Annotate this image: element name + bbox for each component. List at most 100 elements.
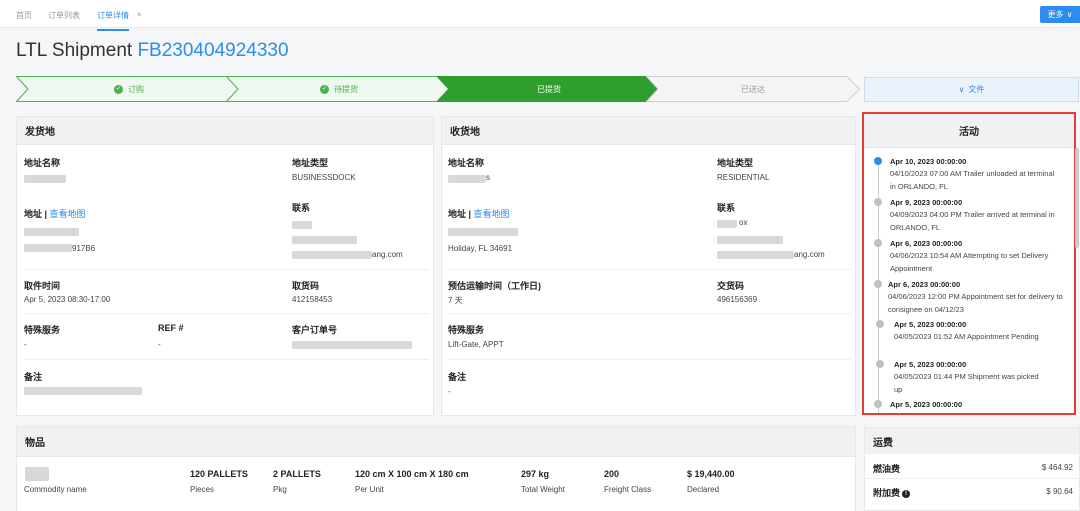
activity-date: Apr 6, 2023 00:00:00 (890, 239, 963, 248)
fees-panel: 运费 燃油费 $ 464.92 附加费! $ 90.64 (864, 427, 1080, 511)
fee-label: 燃油费 (873, 464, 901, 474)
divider (24, 313, 429, 314)
redacted-value (292, 221, 312, 229)
divider (24, 269, 429, 270)
more-button-label: 更多 (1047, 10, 1064, 19)
step-delivered: 已送达 (646, 76, 860, 102)
shipper-address-fragment: 917B6 (72, 244, 96, 253)
redacted-value (292, 236, 357, 244)
shipper-card: 发货地 地址名称 地址类型 BUSINESSDOCK 地址 | 查看地图 917… (16, 116, 434, 416)
item-value: 297 kg (521, 469, 550, 479)
shipper-special-services-label: 特殊服务 (24, 325, 61, 335)
activity-panel: 活动 Apr 10, 2023 00:00:00 04/10/2023 07:0… (862, 112, 1076, 415)
shipper-address-type-label: 地址类型 (292, 158, 329, 168)
shipper-contact-label: 联系 (292, 203, 311, 213)
redacted-value (292, 251, 372, 259)
item-label: Declared (687, 485, 720, 494)
shipper-address-label: 地址 | 查看地图 (24, 209, 86, 219)
timeline-dot (874, 280, 882, 288)
shipper-address-name-label: 地址名称 (24, 158, 61, 168)
redacted-value (717, 236, 783, 244)
consignee-address-label-text: 地址 (448, 209, 467, 219)
step-picked-up: 已提货 (436, 76, 662, 102)
files-button[interactable]: ∨ 文件 (864, 77, 1079, 102)
timeline-dot (874, 198, 882, 206)
shipper-email-fragment: ang.com (372, 250, 403, 259)
consignee-address-label: 地址 | 查看地图 (448, 209, 510, 219)
item-label: Per Unit (355, 485, 384, 494)
consignee-remarks-label: 备注 (448, 372, 467, 382)
redacted-value (448, 175, 486, 183)
info-icon[interactable]: ! (902, 489, 911, 498)
customer-order-label: 客户订单号 (292, 325, 338, 335)
delivery-code-value: 496156369 (717, 295, 758, 304)
item-value: 120 PALLETS (190, 469, 248, 479)
order-number: FB230404924330 (137, 40, 289, 61)
consignee-special-services-label: 特殊服务 (448, 325, 485, 335)
activity-date: Apr 5, 2023 00:00:00 (894, 360, 967, 369)
redacted-value (717, 220, 737, 228)
activity-date: Apr 6, 2023 00:00:00 (888, 280, 961, 289)
timeline-dot (874, 400, 882, 408)
item-value: 120 cm X 100 cm X 180 cm (355, 469, 469, 479)
tab-order-list[interactable]: 订单列表 (48, 10, 80, 21)
consignee-special-services-value: Lift-Gate, APPT (448, 340, 504, 349)
activity-date: Apr 5, 2023 00:00:00 (890, 400, 963, 409)
activity-desc: 04/06/2023 10:54 AM Attempting to set De… (890, 251, 1049, 273)
step-awaiting-pickup-label: 待提货 (334, 84, 358, 94)
close-icon[interactable]: × (137, 10, 142, 19)
divider (448, 313, 851, 314)
item-label: Commodity name (24, 485, 87, 494)
redacted-value (448, 228, 518, 236)
redacted-value (24, 387, 142, 395)
divider (865, 478, 1079, 479)
fees-title: 运费 (865, 428, 1079, 454)
item-label: Pieces (190, 485, 215, 494)
consignee-address-name-label: 地址名称 (448, 158, 485, 168)
shipper-card-title: 发货地 (17, 117, 433, 145)
step-ordered-label: 订购 (128, 84, 144, 94)
pickup-code-value: 412158453 (292, 295, 333, 304)
divider (24, 359, 429, 360)
item-label: Pkg (273, 485, 287, 494)
check-icon: ✓ (320, 84, 329, 94)
files-button-label: 文件 (968, 85, 985, 94)
consignee-email-fragment: ang.com (794, 250, 825, 259)
shipper-view-map-link[interactable]: 查看地图 (50, 209, 86, 219)
redacted-value (292, 341, 412, 349)
check-icon: ✓ (114, 84, 123, 94)
activity-title: 活动 (864, 114, 1074, 148)
more-button[interactable]: 更多 ∨ (1040, 6, 1080, 23)
tab-home[interactable]: 首页 (16, 10, 32, 21)
activity-scrollbar[interactable] (1075, 148, 1079, 248)
shipper-address-type-value: BUSINESSDOCK (292, 173, 356, 182)
tab-order-detail[interactable]: 订单详情 (97, 10, 129, 31)
items-card: 物品 Commodity name 120 PALLETS Pieces 2 P… (16, 426, 856, 511)
shipper-address-label-text: 地址 (24, 209, 43, 219)
step-delivered-label: 已送达 (741, 84, 765, 94)
ref-label: REF # (158, 323, 184, 333)
activity-desc: 04/05/2023 01:44 PM Shipment was picked … (894, 372, 1039, 394)
step-picked-up-label: 已提货 (537, 84, 561, 94)
consignee-card: 收货地 地址名称 s 地址类型 RESIDENTIAL 地址 | 查看地图 Ho… (441, 116, 856, 416)
page-title-text: LTL Shipment (16, 40, 133, 61)
shipper-remarks-label: 备注 (24, 372, 43, 382)
consignee-contact-label: 联系 (717, 203, 736, 213)
pickup-time-label: 取件时间 (24, 281, 61, 291)
consignee-contact-fragment: ox (739, 218, 748, 227)
transit-time-label: 预估运输时间（工作日) (448, 281, 541, 291)
redacted-value (24, 175, 66, 183)
item-value: $ 19,440.00 (687, 469, 735, 479)
redacted-value (25, 467, 49, 481)
consignee-remarks-value: - (448, 387, 451, 396)
activity-date: Apr 5, 2023 00:00:00 (894, 320, 967, 329)
timeline-dot (874, 157, 882, 165)
consignee-view-map-link[interactable]: 查看地图 (474, 209, 510, 219)
timeline-dot (876, 360, 884, 368)
step-ordered: ✓ 订购 (16, 76, 242, 102)
redacted-value (24, 244, 72, 252)
activity-date: Apr 10, 2023 00:00:00 (890, 157, 967, 166)
activity-desc: 04/09/2023 04:00 PM Trailer arrived at t… (890, 210, 1055, 232)
shipper-special-services-value: - (24, 340, 27, 349)
transit-time-value: 7 天 (448, 296, 463, 305)
